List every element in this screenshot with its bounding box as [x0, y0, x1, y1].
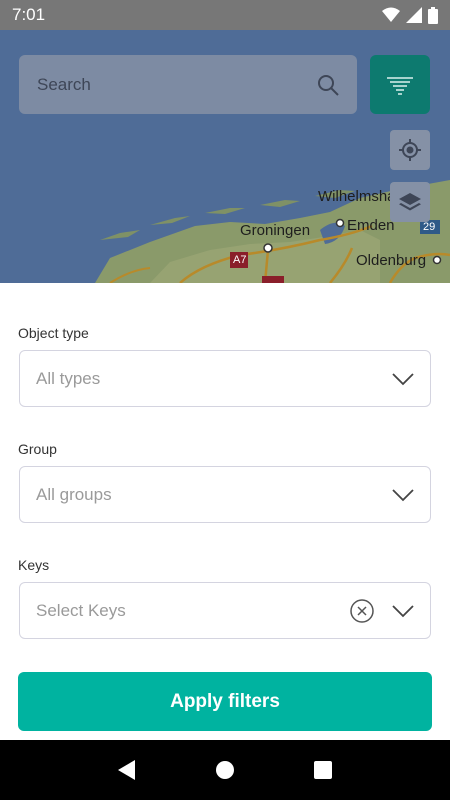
status-icons — [382, 6, 438, 24]
clear-icon[interactable] — [350, 599, 374, 623]
search-icon[interactable] — [317, 74, 339, 96]
object-type-select[interactable]: All types — [19, 350, 431, 407]
my-location-icon — [399, 139, 421, 161]
keys-placeholder: Select Keys — [36, 600, 126, 620]
recents-button[interactable] — [308, 755, 338, 785]
layers-button[interactable] — [390, 182, 430, 222]
signal-icon — [406, 7, 422, 23]
recents-icon — [314, 761, 332, 779]
filter-icon — [387, 76, 413, 95]
chevron-down-icon — [392, 488, 414, 501]
group-label: Group — [18, 441, 57, 457]
group-select[interactable]: All groups — [19, 466, 431, 523]
map-road-a7: A7 — [233, 254, 247, 266]
home-icon — [216, 761, 234, 779]
back-button[interactable] — [112, 755, 142, 785]
status-bar: 7:01 — [0, 0, 450, 30]
filter-button[interactable] — [370, 55, 430, 114]
map-label-wilhelmshaven: Wilhelmsha — [318, 188, 396, 205]
map-label-emden: Emden — [347, 217, 395, 234]
my-location-button[interactable] — [390, 130, 430, 170]
map-label-groningen: Groningen — [240, 222, 311, 239]
wifi-icon — [382, 7, 400, 22]
chevron-down-icon — [392, 372, 414, 385]
home-button[interactable] — [210, 755, 240, 785]
battery-icon — [428, 6, 438, 24]
apply-filters-label: Apply filters — [170, 690, 280, 712]
search-input[interactable]: Search — [37, 75, 91, 95]
keys-label: Keys — [18, 557, 50, 573]
search-bar[interactable]: Search — [19, 55, 357, 114]
keys-select[interactable]: Select Keys — [19, 582, 431, 639]
layers-icon — [399, 193, 421, 211]
group-placeholder: All groups — [36, 484, 112, 504]
map-label-oldenburg: Oldenburg — [356, 252, 427, 269]
navigation-bar — [0, 740, 450, 800]
object-type-placeholder: All types — [36, 368, 101, 388]
chevron-down-icon — [392, 604, 414, 617]
apply-filters-button[interactable]: Apply filters — [18, 672, 432, 731]
filter-sheet: Object type All types Group All groups K… — [0, 283, 450, 740]
object-type-label: Object type — [18, 325, 89, 341]
map-road-29: 29 — [423, 221, 436, 233]
map-view[interactable]: Groningen Wilhelmsha Emden Oldenburg A7 … — [0, 30, 450, 283]
back-icon — [118, 760, 135, 780]
status-time: 7:01 — [12, 5, 46, 24]
